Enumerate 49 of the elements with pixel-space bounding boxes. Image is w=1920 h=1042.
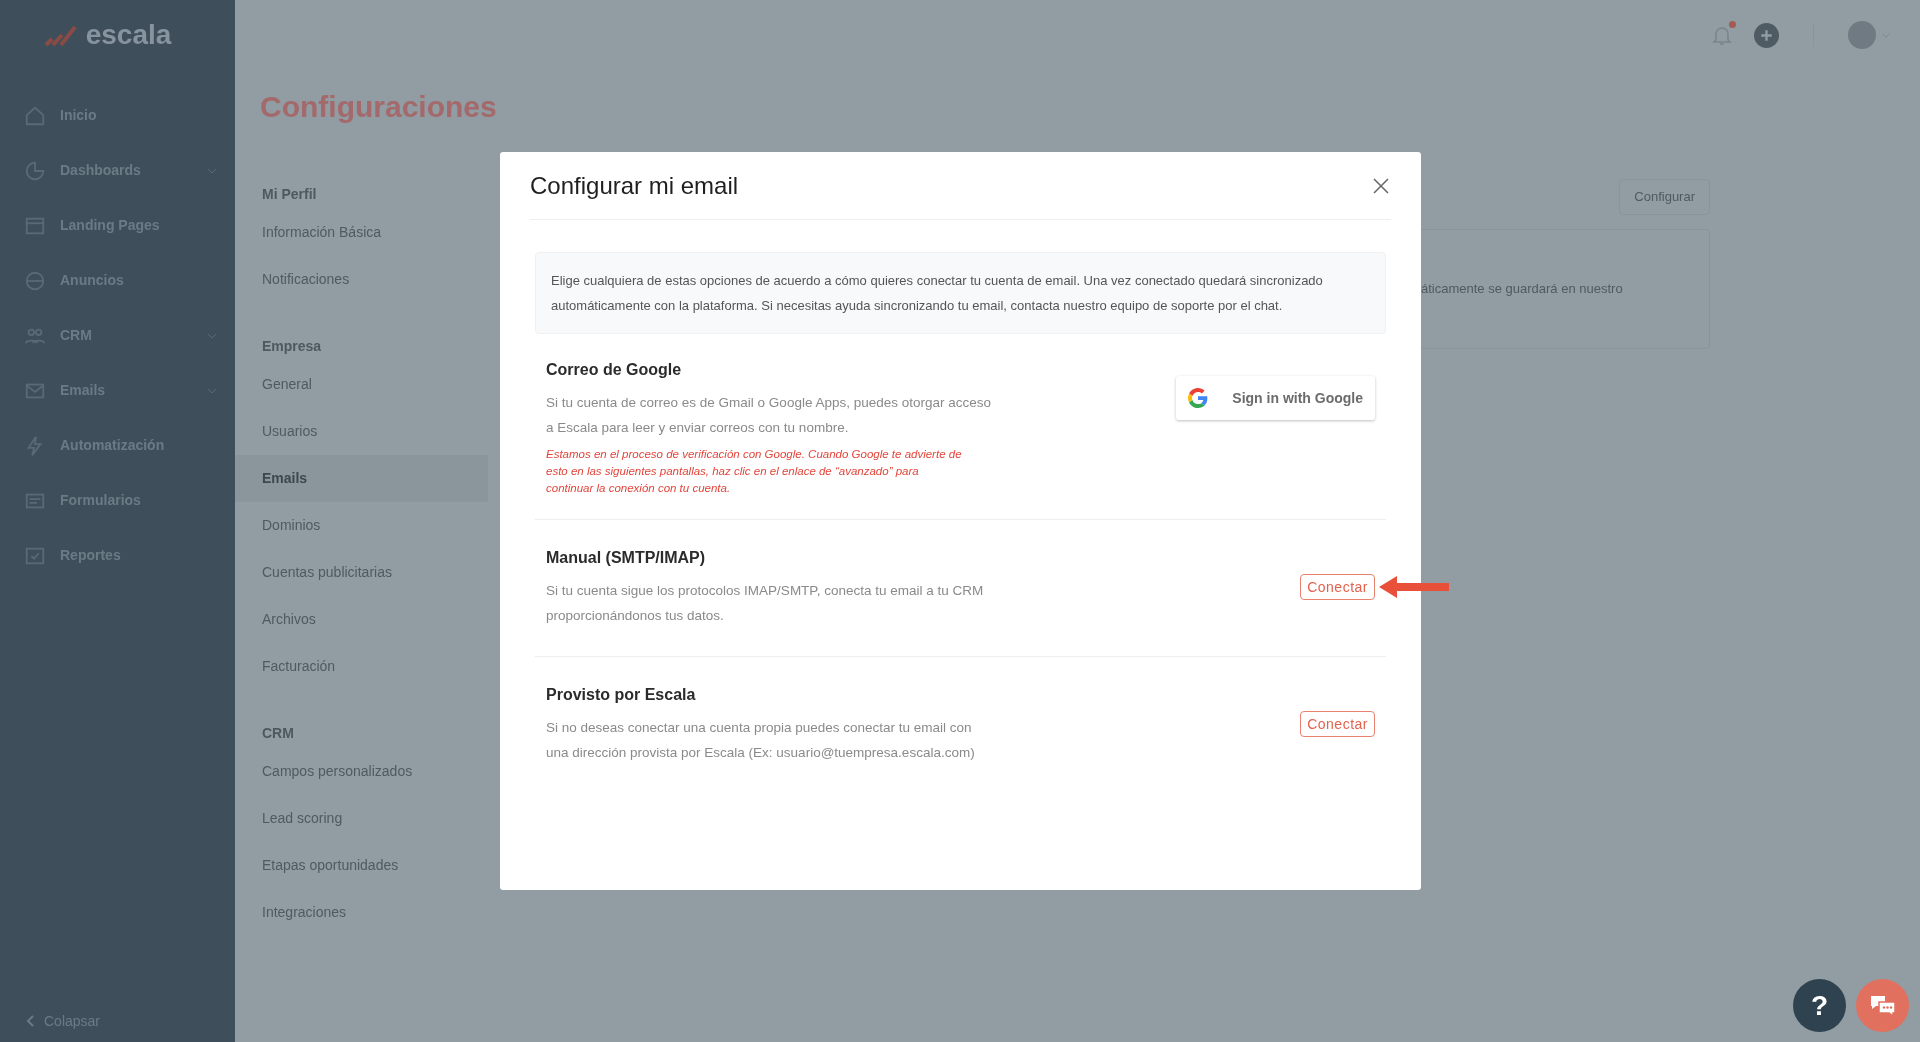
menu-heading: CRM (261, 723, 295, 743)
plus-circle-icon[interactable] (1754, 22, 1779, 48)
settings-menu-item[interactable]: Emails (235, 455, 488, 502)
chevron-down-icon (207, 167, 217, 174)
settings-menu-item[interactable]: Notificaciones (235, 256, 488, 303)
configure-button[interactable]: Configurar (1619, 179, 1710, 215)
pie-chart-icon (24, 159, 46, 182)
settings-menu-item[interactable]: Usuarios (235, 408, 488, 455)
chevron-down-icon (207, 332, 217, 339)
settings-menu-item[interactable]: Archivos (235, 596, 488, 643)
connect-button[interactable]: Conectar (1300, 711, 1375, 737)
intro-text: Elige cualquiera de estas opciones de acuerdo a cómo quieres conectar tu cuenta de email. Una vez conectado quedará sincronizado automáticamente con la plataforma. Si necesitas ayuda sincronizando tu email, contacta nuestro equipo de soporte por el chat. (551, 272, 1324, 315)
verification-note: Estamos en el proceso de verificación con Google. Cuando Google te advierte de esto en las siguientes pantallas, haz clic en el enlace de “avanzado” para continuar la conexión con tu cuenta. (546, 447, 963, 496)
section-title: Provisto por Escala (546, 685, 697, 705)
settings-menu-item[interactable]: Cuentas publicitarias (235, 549, 488, 596)
settings-menu-item[interactable]: Información Básica (235, 209, 488, 256)
settings-menu-item[interactable]: Etapas oportunidades (235, 842, 488, 889)
chat-bubbles-icon (1868, 993, 1897, 1018)
logo-text: escala (85, 18, 172, 52)
help-button[interactable]: ? (1793, 979, 1846, 1032)
settings-menu-item[interactable]: Campos personalizados (235, 748, 488, 795)
section-title: Correo de Google (546, 360, 683, 380)
section-description: Si no deseas conectar una cuenta propia puedes conectar tu email con una dirección provista por Escala (Ex: usuario@tuempresa.escala.com) (546, 719, 976, 762)
annotation-arrow (1379, 576, 1449, 598)
notification-bell[interactable] (1710, 23, 1734, 47)
chevron-left-icon (26, 1015, 34, 1027)
close-icon (1373, 177, 1389, 194)
menu-heading: Empresa (261, 336, 323, 356)
chevron-down-icon (207, 387, 217, 394)
chat-button[interactable] (1856, 979, 1909, 1032)
sign-in-with-google-button[interactable]: Sign in with Google (1176, 376, 1375, 420)
settings-menu-item[interactable]: Dominios (235, 502, 488, 549)
settings-menu-item[interactable]: Facturación (235, 643, 488, 690)
section-description: Si tu cuenta de correo es de Gmail o Google Apps, puedes otorgar acceso a Escala para leer y enviar correos con tu nombre. (546, 394, 993, 437)
avatar[interactable] (1848, 21, 1876, 49)
google-g-icon (1188, 388, 1209, 408)
settings-menu-item[interactable]: General (235, 361, 488, 408)
connect-button[interactable]: Conectar (1300, 574, 1375, 600)
section-description: Si tu cuenta sigue los protocolos IMAP/SMTP, conecta tu email a tu CRM proporcionándonos tus datos. (546, 582, 985, 625)
settings-menu-item[interactable]: Lead scoring (235, 795, 488, 842)
globe-icon (24, 269, 46, 292)
page-title: Configuraciones (259, 89, 498, 125)
settings-menu-item[interactable]: Integraciones (235, 889, 488, 936)
modal-title: Configurar mi email (530, 170, 739, 201)
menu-heading: Mi Perfil (261, 184, 318, 204)
section-title: Manual (SMTP/IMAP) (546, 548, 707, 568)
card-text: áticamente se guardará en nuestro (1421, 280, 1623, 299)
close-button[interactable] (1371, 175, 1391, 196)
home-icon (24, 104, 46, 127)
